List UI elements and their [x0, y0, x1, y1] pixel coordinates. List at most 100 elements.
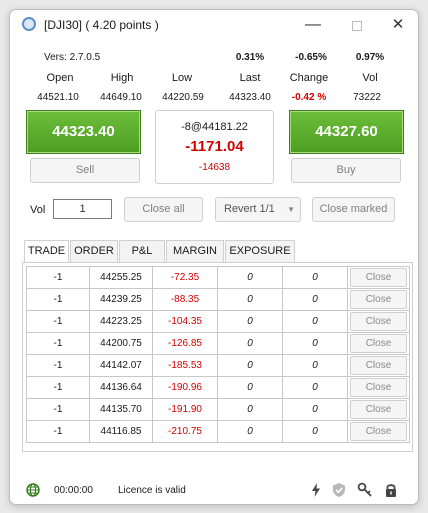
- row-close-button[interactable]: Close: [350, 312, 407, 331]
- trades-panel: -1 44255.25 -72.35 0 0 Close -1 44239.25 -88.35 0…: [22, 262, 413, 452]
- row-open-price: 44142.07: [89, 354, 153, 377]
- maximize-icon: [352, 21, 362, 32]
- row-pl: -72.35: [152, 266, 218, 289]
- sell-price-button[interactable]: 44323.40: [26, 110, 141, 154]
- row-pl: -190.96: [152, 376, 218, 399]
- row-volume: -1: [26, 354, 90, 377]
- open-value: 44521.10: [37, 92, 79, 103]
- row-open-price: 44255.25: [89, 266, 153, 289]
- close-window-button[interactable]: ✕: [387, 14, 409, 36]
- row-value-b: 0: [282, 354, 348, 377]
- row-value-a: 0: [217, 398, 283, 421]
- row-close-cell: Close: [347, 354, 410, 377]
- row-value-b: 0: [282, 288, 348, 311]
- position-points: -14638: [198, 162, 231, 173]
- row-value-a: 0: [217, 288, 283, 311]
- row-value-a: 0: [217, 310, 283, 333]
- row-pl: -88.35: [152, 288, 218, 311]
- table-row[interactable]: -1 44200.75 -126.85 0 0 Close: [26, 332, 410, 355]
- row-volume: -1: [26, 266, 90, 289]
- row-open-price: 44239.25: [89, 288, 153, 311]
- row-pl: -185.53: [152, 354, 218, 377]
- key-icon[interactable]: [357, 482, 373, 498]
- table-row[interactable]: -1 44136.64 -190.96 0 0 Close: [26, 376, 410, 399]
- row-close-button[interactable]: Close: [350, 268, 407, 287]
- row-volume: -1: [26, 310, 90, 333]
- row-open-price: 44116.85: [89, 420, 153, 443]
- row-value-a: 0: [217, 332, 283, 355]
- tab-order[interactable]: ORDER: [70, 240, 118, 262]
- close-marked-button[interactable]: Close marked: [312, 197, 395, 222]
- lightning-icon[interactable]: [308, 482, 324, 498]
- table-row[interactable]: -1 44223.25 -104.35 0 0 Close: [26, 310, 410, 333]
- licence-status: Licence is valid: [118, 485, 186, 496]
- row-pl: -191.90: [152, 398, 218, 421]
- table-row[interactable]: -1 44116.85 -210.75 0 0 Close: [26, 420, 410, 443]
- position-size: -8@44181.22: [181, 121, 248, 133]
- row-volume: -1: [26, 420, 90, 443]
- row-close-cell: Close: [347, 376, 410, 399]
- table-row[interactable]: -1 44255.25 -72.35 0 0 Close: [26, 266, 410, 289]
- row-value-b: 0: [282, 266, 348, 289]
- pct-value-1: 0.31%: [235, 52, 265, 63]
- lock-icon[interactable]: [383, 482, 399, 498]
- window-title: [DJI30] ( 4.20 points ): [44, 18, 159, 32]
- row-open-price: 44223.25: [89, 310, 153, 333]
- status-bar: 00:00:00 Licence is valid: [10, 472, 418, 504]
- sell-button[interactable]: Sell: [30, 158, 140, 183]
- row-value-a: 0: [217, 376, 283, 399]
- row-value-b: 0: [282, 376, 348, 399]
- minimize-button[interactable]: —: [302, 14, 324, 36]
- row-value-a: 0: [217, 420, 283, 443]
- row-close-button[interactable]: Close: [350, 378, 407, 397]
- row-volume: -1: [26, 398, 90, 421]
- row-close-button[interactable]: Close: [350, 290, 407, 309]
- trades-table: -1 44255.25 -72.35 0 0 Close -1 44239.25 -88.35 0…: [26, 266, 410, 443]
- chevron-down-icon: ▼: [287, 205, 295, 214]
- revert-dropdown[interactable]: Revert 1/1 ▼: [215, 197, 301, 222]
- low-header: Low: [171, 72, 193, 84]
- vol-header: Vol: [362, 72, 378, 84]
- row-value-a: 0: [217, 354, 283, 377]
- row-close-cell: Close: [347, 310, 410, 333]
- maximize-button[interactable]: [346, 14, 368, 36]
- row-close-button[interactable]: Close: [350, 400, 407, 419]
- shield-icon[interactable]: [331, 482, 347, 498]
- close-all-button[interactable]: Close all: [124, 197, 203, 222]
- row-value-b: 0: [282, 332, 348, 355]
- volume-input[interactable]: 1: [53, 199, 112, 219]
- row-value-b: 0: [282, 398, 348, 421]
- row-close-button[interactable]: Close: [350, 356, 407, 375]
- row-volume: -1: [26, 288, 90, 311]
- row-value-a: 0: [217, 266, 283, 289]
- position-pnl: -1171.04: [185, 138, 244, 155]
- revert-dropdown-label: Revert 1/1: [224, 203, 275, 215]
- row-open-price: 44135.70: [89, 398, 153, 421]
- version-label: Vers: 2.7.0.5: [44, 52, 101, 63]
- row-pl: -210.75: [152, 420, 218, 443]
- row-open-price: 44200.75: [89, 332, 153, 355]
- row-value-b: 0: [282, 420, 348, 443]
- tab-exposure[interactable]: EXPOSURE: [225, 240, 295, 262]
- table-row[interactable]: -1 44142.07 -185.53 0 0 Close: [26, 354, 410, 377]
- change-header: Change: [289, 72, 329, 84]
- pct-value-2: -0.65%: [295, 52, 327, 63]
- buy-button[interactable]: Buy: [291, 158, 401, 183]
- connection-time: 00:00:00: [54, 485, 93, 496]
- tab-trade[interactable]: TRADE: [24, 240, 69, 263]
- row-volume: -1: [26, 332, 90, 355]
- open-header: Open: [46, 72, 74, 84]
- tab-pl[interactable]: P&L: [119, 240, 165, 262]
- trading-window: [DJI30] ( 4.20 points ) — ✕ Vers: 2.7.0.…: [9, 9, 419, 505]
- row-close-cell: Close: [347, 332, 410, 355]
- high-value: 44649.10: [100, 92, 142, 103]
- title-bar[interactable]: [DJI30] ( 4.20 points ) — ✕: [10, 10, 418, 40]
- table-row[interactable]: -1 44239.25 -88.35 0 0 Close: [26, 288, 410, 311]
- tab-margin[interactable]: MARGIN: [166, 240, 224, 262]
- table-row[interactable]: -1 44135.70 -191.90 0 0 Close: [26, 398, 410, 421]
- row-close-cell: Close: [347, 288, 410, 311]
- buy-price-button[interactable]: 44327.60: [289, 110, 404, 154]
- row-value-b: 0: [282, 310, 348, 333]
- row-close-button[interactable]: Close: [350, 334, 407, 353]
- row-close-button[interactable]: Close: [350, 422, 407, 441]
